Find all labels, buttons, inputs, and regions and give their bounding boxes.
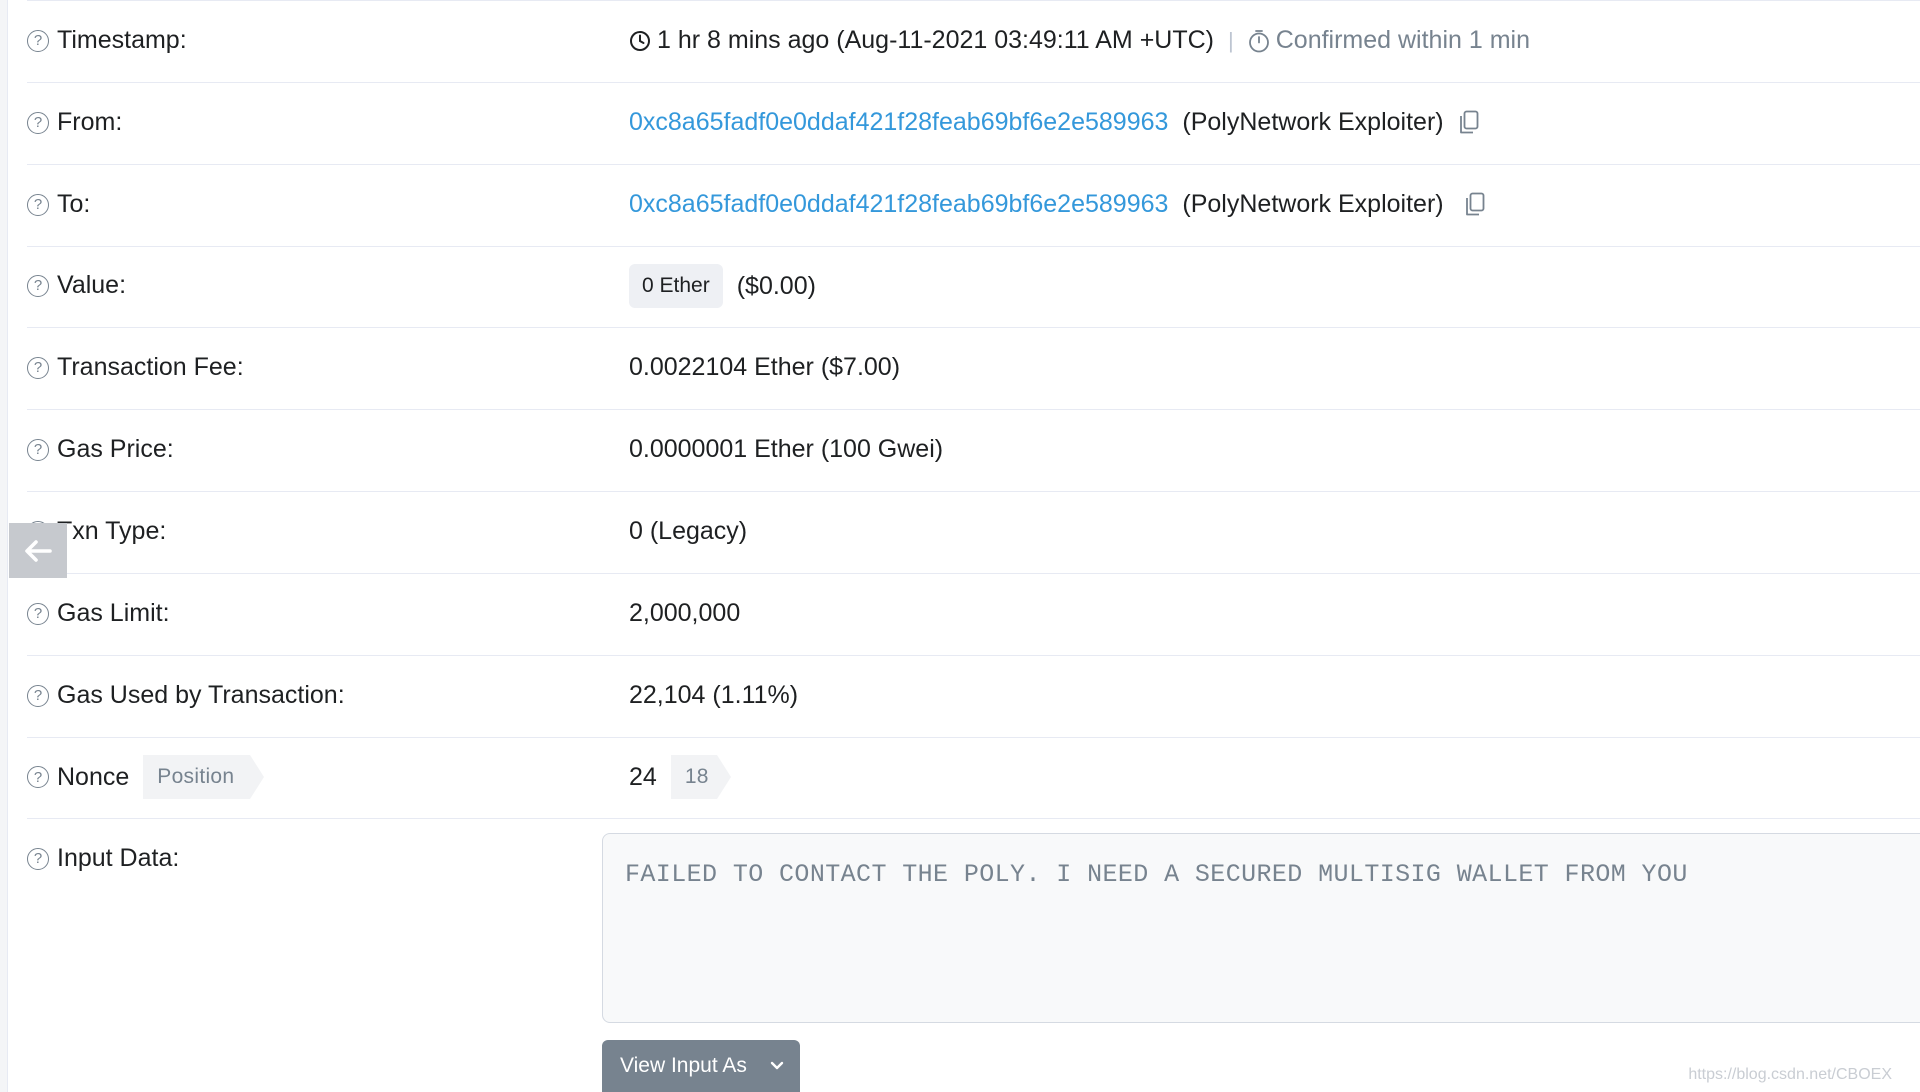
row-to: ? To: 0xc8a65fadf0e0ddaf421f28feab69bf6e… bbox=[27, 165, 1920, 247]
gas-used-value: 22,104 (1.11%) bbox=[629, 681, 799, 709]
row-timestamp: ? Timestamp: 1 hr 8 mins ago (Aug-11-202… bbox=[27, 0, 1920, 83]
gas-price-label: Gas Price: bbox=[57, 435, 174, 463]
copy-icon[interactable] bbox=[1458, 110, 1480, 136]
row-value: ? Value: 0 Ether ($0.00) bbox=[27, 247, 1920, 328]
arrow-left-icon bbox=[25, 539, 52, 562]
to-address-link[interactable]: 0xc8a65fadf0e0ddaf421f28feab69bf6e2e5899… bbox=[629, 190, 1168, 219]
position-tag: Position bbox=[143, 755, 265, 799]
view-input-as-label: View Input As bbox=[620, 1054, 747, 1077]
ether-amount-badge: 0 Ether bbox=[629, 264, 723, 308]
row-txn-type: ? Txn Type: 0 (Legacy) bbox=[27, 492, 1920, 574]
view-input-as-button[interactable]: View Input As bbox=[602, 1040, 800, 1092]
transaction-fee-label: Transaction Fee: bbox=[57, 353, 244, 381]
from-label: From: bbox=[57, 108, 123, 136]
from-address-link[interactable]: 0xc8a65fadf0e0ddaf421f28feab69bf6e2e5899… bbox=[629, 108, 1168, 137]
row-nonce: ? Nonce Position 24 18 bbox=[27, 738, 1920, 819]
help-icon[interactable]: ? bbox=[27, 684, 49, 707]
nonce-value: 24 bbox=[629, 762, 657, 791]
row-gas-used: ? Gas Used by Transaction: 22,104 (1.11%… bbox=[27, 656, 1920, 738]
watermark: https://blog.csdn.net/CBOEX bbox=[1688, 1066, 1892, 1083]
gas-limit-value: 2,000,000 bbox=[629, 599, 741, 627]
chevron-down-icon bbox=[770, 1061, 784, 1071]
txn-type-label: Txn Type: bbox=[57, 517, 167, 545]
help-icon[interactable]: ? bbox=[27, 274, 49, 297]
timestamp-age: 1 hr 8 mins ago (Aug-11-2021 03:49:11 AM… bbox=[657, 26, 1215, 54]
row-gas-limit: ? Gas Limit: 2,000,000 bbox=[27, 574, 1920, 656]
confirmed-within: Confirmed within 1 min bbox=[1275, 26, 1530, 54]
value-label: Value: bbox=[57, 271, 127, 299]
gas-limit-label: Gas Limit: bbox=[57, 599, 170, 627]
stopwatch-icon bbox=[1248, 29, 1269, 52]
label-group: ? Transaction Fee: bbox=[27, 353, 244, 382]
from-name-tag: (PolyNetwork Exploiter) bbox=[1182, 108, 1444, 136]
help-icon[interactable]: ? bbox=[27, 847, 49, 870]
row-transaction-fee: ? Transaction Fee: 0.0022104 Ether ($7.0… bbox=[27, 328, 1920, 410]
help-icon[interactable]: ? bbox=[27, 438, 49, 461]
input-data-label: Input Data: bbox=[57, 844, 180, 872]
separator: | bbox=[1228, 27, 1234, 53]
label-group: ? Nonce Position bbox=[27, 755, 265, 799]
row-gas-price: ? Gas Price: 0.0000001 Ether (100 Gwei) bbox=[27, 410, 1920, 492]
label-group: ? Gas Limit: bbox=[27, 599, 170, 628]
nonce-value-group: 24 18 bbox=[629, 755, 731, 799]
nonce-label: Nonce bbox=[57, 762, 130, 791]
left-edge-rule bbox=[0, 0, 8, 1092]
label-group: ? Gas Price: bbox=[27, 435, 174, 464]
label-group: ? Value: bbox=[27, 271, 126, 300]
value-value: 0 Ether ($0.00) bbox=[629, 264, 816, 308]
from-value: 0xc8a65fadf0e0ddaf421f28feab69bf6e2e5899… bbox=[629, 108, 1480, 137]
transaction-fee-value: 0.0022104 Ether ($7.00) bbox=[629, 353, 901, 381]
label-group: ? Gas Used by Transaction: bbox=[27, 681, 345, 710]
to-value: 0xc8a65fadf0e0ddaf421f28feab69bf6e2e5899… bbox=[629, 190, 1486, 219]
row-from: ? From: 0xc8a65fadf0e0ddaf421f28feab69bf… bbox=[27, 83, 1920, 165]
position-value-tag: 18 bbox=[670, 755, 731, 799]
input-data-textarea[interactable]: FAILED TO CONTACT THE POLY. I NEED A SEC… bbox=[602, 833, 1920, 1023]
copy-icon[interactable] bbox=[1464, 192, 1486, 218]
gas-used-label: Gas Used by Transaction: bbox=[57, 681, 345, 709]
help-icon[interactable]: ? bbox=[27, 602, 49, 625]
timestamp-label: Timestamp: bbox=[57, 26, 187, 54]
to-name-tag: (PolyNetwork Exploiter) bbox=[1182, 190, 1444, 218]
help-icon[interactable]: ? bbox=[27, 356, 49, 379]
help-icon[interactable]: ? bbox=[27, 766, 49, 788]
help-icon[interactable]: ? bbox=[27, 111, 49, 134]
txn-type-value: 0 (Legacy) bbox=[629, 517, 748, 545]
help-icon[interactable]: ? bbox=[27, 29, 49, 52]
label-group: ? Input Data: bbox=[27, 844, 179, 873]
label-group: ? Timestamp: bbox=[27, 26, 187, 55]
clock-icon bbox=[630, 30, 650, 51]
value-usd: ($0.00) bbox=[736, 271, 816, 300]
timestamp-value: 1 hr 8 mins ago (Aug-11-2021 03:49:11 AM… bbox=[629, 26, 1530, 55]
label-group: ? From: bbox=[27, 108, 122, 137]
label-group: ? To: bbox=[27, 190, 90, 219]
help-icon[interactable]: ? bbox=[27, 193, 49, 216]
to-label: To: bbox=[57, 190, 91, 218]
gas-price-value: 0.0000001 Ether (100 Gwei) bbox=[629, 435, 944, 463]
back-button[interactable] bbox=[9, 523, 67, 578]
